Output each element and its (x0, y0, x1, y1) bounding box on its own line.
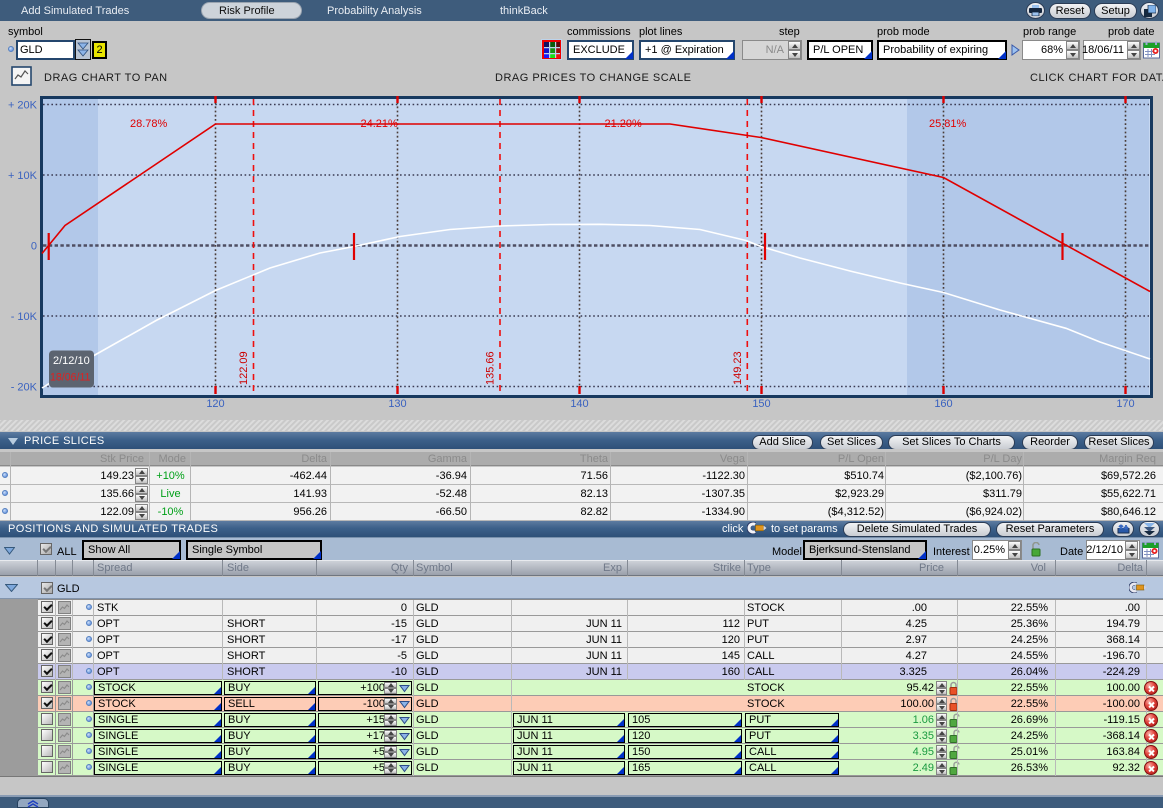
svg-text:28.78%: 28.78% (130, 118, 168, 130)
svg-text:- 10K: - 10K (11, 311, 38, 323)
svg-text:DRAG CHART TO PAN: DRAG CHART TO PAN (44, 72, 168, 84)
svg-text:135.66: 135.66 (485, 351, 497, 385)
svg-text:2/12/10: 2/12/10 (53, 355, 90, 367)
svg-text:122.09: 122.09 (238, 351, 250, 385)
svg-text:21.20%: 21.20% (605, 118, 643, 130)
svg-text:- 20K: - 20K (11, 382, 38, 394)
svg-text:24.21%: 24.21% (361, 118, 399, 130)
svg-text:170: 170 (1116, 398, 1134, 410)
svg-text:0: 0 (31, 241, 37, 253)
svg-text:+ 10K: + 10K (8, 170, 38, 182)
svg-text:130: 130 (388, 398, 406, 410)
svg-text:18/06/11: 18/06/11 (50, 372, 91, 384)
svg-text:150: 150 (752, 398, 770, 410)
svg-text:CLICK CHART FOR DATA: CLICK CHART FOR DATA (1030, 72, 1163, 84)
svg-text:+ 20K: + 20K (8, 100, 38, 112)
svg-text:140: 140 (570, 398, 588, 410)
svg-text:120: 120 (206, 398, 224, 410)
svg-text:149.23: 149.23 (732, 351, 744, 385)
svg-text:DRAG PRICES TO CHANGE SCALE: DRAG PRICES TO CHANGE SCALE (495, 72, 691, 84)
svg-text:160: 160 (934, 398, 952, 410)
svg-text:25.81%: 25.81% (929, 118, 967, 130)
